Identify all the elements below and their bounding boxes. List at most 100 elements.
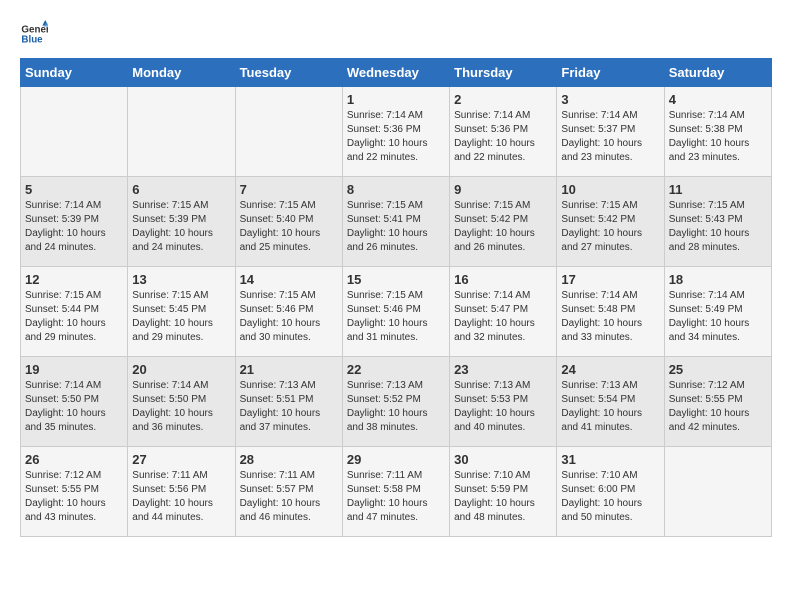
day-info: Sunrise: 7:13 AM Sunset: 5:54 PM Dayligh… bbox=[561, 379, 659, 435]
day-number: 26 bbox=[25, 452, 123, 467]
calendar-cell: 12 Sunrise: 7:15 AM Sunset: 5:44 PM Dayli… bbox=[21, 267, 128, 357]
svg-text:Blue: Blue bbox=[21, 34, 43, 45]
day-info: Sunrise: 7:15 AM Sunset: 5:46 PM Dayligh… bbox=[347, 289, 445, 345]
day-number: 27 bbox=[132, 452, 230, 467]
calendar-cell: 5Sunrise: 7:14 AM Sunset: 5:39 PM Daylig… bbox=[21, 177, 128, 267]
calendar-cell: 4 Sunrise: 7:14 AM Sunset: 5:38 PM Daylig… bbox=[664, 87, 771, 177]
calendar-cell: 24 Sunrise: 7:13 AM Sunset: 5:54 PM Dayli… bbox=[557, 357, 664, 447]
day-info: Sunrise: 7:11 AM Sunset: 5:56 PM Dayligh… bbox=[132, 469, 230, 525]
day-number: 29 bbox=[347, 452, 445, 467]
day-number: 30 bbox=[454, 452, 552, 467]
header-day-sunday: Sunday bbox=[21, 59, 128, 87]
calendar-cell: 18 Sunrise: 7:14 AM Sunset: 5:49 PM Dayli… bbox=[664, 267, 771, 357]
calendar-cell: 20 Sunrise: 7:14 AM Sunset: 5:50 PM Dayli… bbox=[128, 357, 235, 447]
day-number: 28 bbox=[240, 452, 338, 467]
day-info: Sunrise: 7:10 AM Sunset: 5:59 PM Dayligh… bbox=[454, 469, 552, 525]
day-info: Sunrise: 7:10 AM Sunset: 6:00 PM Dayligh… bbox=[561, 469, 659, 525]
calendar-cell: 23 Sunrise: 7:13 AM Sunset: 5:53 PM Dayli… bbox=[450, 357, 557, 447]
day-info: Sunrise: 7:11 AM Sunset: 5:58 PM Dayligh… bbox=[347, 469, 445, 525]
header-day-monday: Monday bbox=[128, 59, 235, 87]
day-number: 16 bbox=[454, 272, 552, 287]
calendar-cell: 14 Sunrise: 7:15 AM Sunset: 5:46 PM Dayli… bbox=[235, 267, 342, 357]
day-info: Sunrise: 7:15 AM Sunset: 5:44 PM Dayligh… bbox=[25, 289, 123, 345]
day-info: Sunrise: 7:15 AM Sunset: 5:41 PM Dayligh… bbox=[347, 199, 445, 255]
calendar-cell: 29 Sunrise: 7:11 AM Sunset: 5:58 PM Dayli… bbox=[342, 447, 449, 537]
calendar-week-3: 12 Sunrise: 7:15 AM Sunset: 5:44 PM Dayli… bbox=[21, 267, 772, 357]
calendar-cell: 25Sunrise: 7:12 AM Sunset: 5:55 PM Dayli… bbox=[664, 357, 771, 447]
calendar-cell: 30 Sunrise: 7:10 AM Sunset: 5:59 PM Dayli… bbox=[450, 447, 557, 537]
day-info: Sunrise: 7:14 AM Sunset: 5:50 PM Dayligh… bbox=[132, 379, 230, 435]
day-number: 12 bbox=[25, 272, 123, 287]
header-day-friday: Friday bbox=[557, 59, 664, 87]
page-header: General Blue bbox=[20, 20, 772, 48]
calendar-cell: 19 Sunrise: 7:14 AM Sunset: 5:50 PM Dayli… bbox=[21, 357, 128, 447]
day-number: 20 bbox=[132, 362, 230, 377]
day-number: 13 bbox=[132, 272, 230, 287]
calendar-cell: 7Sunrise: 7:15 AM Sunset: 5:40 PM Daylig… bbox=[235, 177, 342, 267]
day-number: 24 bbox=[561, 362, 659, 377]
day-number: 17 bbox=[561, 272, 659, 287]
day-info: Sunrise: 7:15 AM Sunset: 5:39 PM Dayligh… bbox=[132, 199, 230, 255]
day-number: 19 bbox=[25, 362, 123, 377]
day-number: 22 bbox=[347, 362, 445, 377]
day-number: 31 bbox=[561, 452, 659, 467]
calendar-cell bbox=[21, 87, 128, 177]
day-info: Sunrise: 7:14 AM Sunset: 5:48 PM Dayligh… bbox=[561, 289, 659, 345]
calendar-cell: 3 Sunrise: 7:14 AM Sunset: 5:37 PM Daylig… bbox=[557, 87, 664, 177]
calendar-cell: 26 Sunrise: 7:12 AM Sunset: 5:55 PM Dayli… bbox=[21, 447, 128, 537]
day-info: Sunrise: 7:14 AM Sunset: 5:49 PM Dayligh… bbox=[669, 289, 767, 345]
day-info: Sunrise: 7:15 AM Sunset: 5:43 PM Dayligh… bbox=[669, 199, 767, 255]
calendar-cell: 15 Sunrise: 7:15 AM Sunset: 5:46 PM Dayli… bbox=[342, 267, 449, 357]
day-info: Sunrise: 7:14 AM Sunset: 5:47 PM Dayligh… bbox=[454, 289, 552, 345]
calendar-cell: 22 Sunrise: 7:13 AM Sunset: 5:52 PM Dayli… bbox=[342, 357, 449, 447]
day-info: Sunrise: 7:14 AM Sunset: 5:38 PM Dayligh… bbox=[669, 109, 767, 165]
day-number: 5 bbox=[25, 182, 123, 197]
day-info: Sunrise: 7:14 AM Sunset: 5:36 PM Dayligh… bbox=[454, 109, 552, 165]
calendar-cell: 27 Sunrise: 7:11 AM Sunset: 5:56 PM Dayli… bbox=[128, 447, 235, 537]
day-number: 1 bbox=[347, 92, 445, 107]
logo: General Blue bbox=[20, 20, 52, 48]
day-number: 4 bbox=[669, 92, 767, 107]
calendar-cell: 6Sunrise: 7:15 AM Sunset: 5:39 PM Daylig… bbox=[128, 177, 235, 267]
header-day-thursday: Thursday bbox=[450, 59, 557, 87]
header-day-tuesday: Tuesday bbox=[235, 59, 342, 87]
day-info: Sunrise: 7:11 AM Sunset: 5:57 PM Dayligh… bbox=[240, 469, 338, 525]
day-number: 14 bbox=[240, 272, 338, 287]
calendar-cell: 10 Sunrise: 7:15 AM Sunset: 5:42 PM Dayli… bbox=[557, 177, 664, 267]
calendar-week-5: 26 Sunrise: 7:12 AM Sunset: 5:55 PM Dayli… bbox=[21, 447, 772, 537]
calendar-cell: 16 Sunrise: 7:14 AM Sunset: 5:47 PM Dayli… bbox=[450, 267, 557, 357]
day-info: Sunrise: 7:15 AM Sunset: 5:45 PM Dayligh… bbox=[132, 289, 230, 345]
day-info: Sunrise: 7:14 AM Sunset: 5:36 PM Dayligh… bbox=[347, 109, 445, 165]
day-info: Sunrise: 7:14 AM Sunset: 5:37 PM Dayligh… bbox=[561, 109, 659, 165]
calendar-cell: 28 Sunrise: 7:11 AM Sunset: 5:57 PM Dayli… bbox=[235, 447, 342, 537]
day-number: 15 bbox=[347, 272, 445, 287]
calendar-cell: 11Sunrise: 7:15 AM Sunset: 5:43 PM Dayli… bbox=[664, 177, 771, 267]
day-number: 18 bbox=[669, 272, 767, 287]
day-info: Sunrise: 7:15 AM Sunset: 5:46 PM Dayligh… bbox=[240, 289, 338, 345]
calendar-header-row: SundayMondayTuesdayWednesdayThursdayFrid… bbox=[21, 59, 772, 87]
calendar-cell bbox=[664, 447, 771, 537]
day-info: Sunrise: 7:15 AM Sunset: 5:42 PM Dayligh… bbox=[561, 199, 659, 255]
day-number: 23 bbox=[454, 362, 552, 377]
header-day-wednesday: Wednesday bbox=[342, 59, 449, 87]
calendar-cell: 21 Sunrise: 7:13 AM Sunset: 5:51 PM Dayli… bbox=[235, 357, 342, 447]
calendar-cell: 13 Sunrise: 7:15 AM Sunset: 5:45 PM Dayli… bbox=[128, 267, 235, 357]
day-number: 9 bbox=[454, 182, 552, 197]
day-info: Sunrise: 7:13 AM Sunset: 5:52 PM Dayligh… bbox=[347, 379, 445, 435]
day-info: Sunrise: 7:13 AM Sunset: 5:51 PM Dayligh… bbox=[240, 379, 338, 435]
day-number: 10 bbox=[561, 182, 659, 197]
day-info: Sunrise: 7:14 AM Sunset: 5:50 PM Dayligh… bbox=[25, 379, 123, 435]
day-number: 21 bbox=[240, 362, 338, 377]
calendar-table: SundayMondayTuesdayWednesdayThursdayFrid… bbox=[20, 58, 772, 537]
day-info: Sunrise: 7:15 AM Sunset: 5:42 PM Dayligh… bbox=[454, 199, 552, 255]
day-number: 3 bbox=[561, 92, 659, 107]
day-info: Sunrise: 7:13 AM Sunset: 5:53 PM Dayligh… bbox=[454, 379, 552, 435]
day-number: 25 bbox=[669, 362, 767, 377]
calendar-cell: 8Sunrise: 7:15 AM Sunset: 5:41 PM Daylig… bbox=[342, 177, 449, 267]
day-number: 2 bbox=[454, 92, 552, 107]
day-info: Sunrise: 7:15 AM Sunset: 5:40 PM Dayligh… bbox=[240, 199, 338, 255]
calendar-cell: 1 Sunrise: 7:14 AM Sunset: 5:36 PM Daylig… bbox=[342, 87, 449, 177]
day-info: Sunrise: 7:12 AM Sunset: 5:55 PM Dayligh… bbox=[25, 469, 123, 525]
calendar-cell: 9 Sunrise: 7:15 AM Sunset: 5:42 PM Daylig… bbox=[450, 177, 557, 267]
calendar-cell bbox=[128, 87, 235, 177]
